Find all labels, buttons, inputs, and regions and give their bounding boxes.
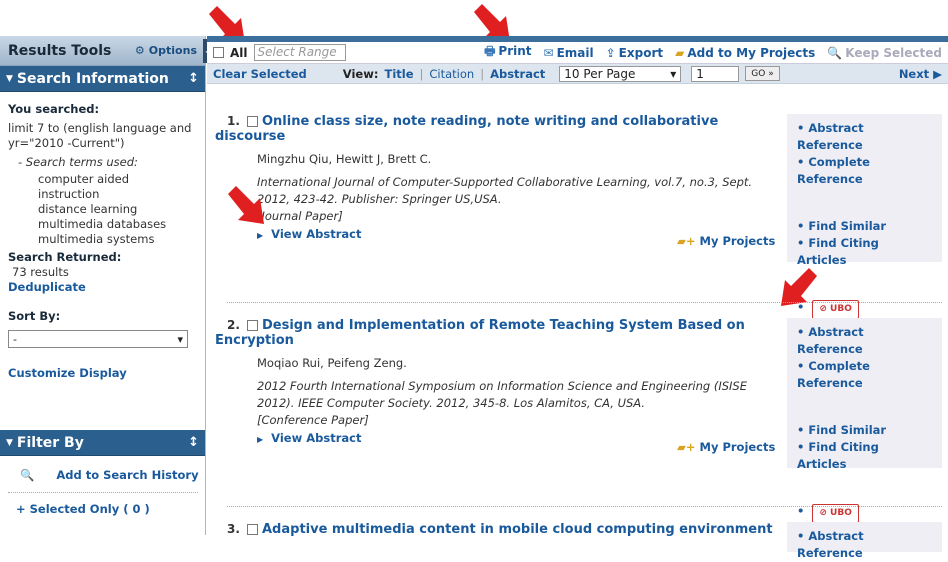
export-icon: ⇪: [605, 45, 616, 60]
my-projects-link[interactable]: ▰+ My Projects: [677, 234, 775, 248]
folder-plus-icon: ▰: [675, 45, 685, 60]
sort-by-select[interactable]: - ▾: [8, 330, 188, 348]
results-tools-header: Results Tools ⚙Options ◀: [0, 36, 214, 66]
view-abstract-link[interactable]: Abstract: [490, 67, 545, 81]
filter-by-header[interactable]: ▼ Filter By ↕: [0, 430, 205, 456]
results-tools-sidebar: Results Tools ⚙Options ◀ ▼ Search Inform…: [0, 36, 214, 535]
annotation-arrow: [781, 268, 817, 306]
find-similar-link[interactable]: • Find Similar: [797, 422, 932, 439]
print-button[interactable]: 🖶 Print: [484, 42, 531, 63]
result-divider: [227, 302, 942, 303]
email-button[interactable]: ✉ Email: [544, 46, 594, 60]
results-count: 73 results: [12, 265, 69, 279]
select-all-checkbox[interactable]: [213, 47, 224, 58]
result-source: International Journal of Computer-Suppor…: [257, 175, 753, 206]
search-term: instruction: [38, 187, 100, 201]
search-information-header[interactable]: ▼ Search Information ↕: [0, 66, 205, 92]
search-term: computer aided: [38, 172, 130, 186]
folder-plus-icon: ▰+: [677, 234, 696, 248]
gear-icon: ⚙: [134, 44, 145, 57]
magnifier-icon: 🔍: [827, 45, 843, 60]
options-button[interactable]: ⚙ Options: [135, 44, 197, 57]
result-links-panel: • Abstract Reference: [787, 522, 942, 560]
search-term: multimedia databases: [38, 217, 167, 231]
next-page-link[interactable]: Next ▶: [899, 67, 942, 81]
select-range-input[interactable]: Select Range: [253, 44, 346, 61]
envelope-icon: ✉: [543, 45, 554, 60]
filter-divider: [8, 492, 198, 493]
per-page-select[interactable]: 10 Per Page ▾: [559, 65, 682, 82]
sort-by-label: Sort By:: [8, 309, 61, 323]
chevron-down-icon: ▾: [670, 66, 677, 81]
folder-plus-icon: ▰+: [677, 440, 696, 454]
keep-selected-button[interactable]: 🔍 Keep Selected: [827, 46, 942, 60]
complete-reference-link[interactable]: • Complete Reference: [797, 154, 932, 188]
abstract-reference-link[interactable]: • Abstract Reference: [797, 528, 932, 562]
result-number: 3.: [227, 522, 240, 536]
export-button[interactable]: ⇪ Export: [606, 46, 664, 60]
you-searched-label: You searched:: [8, 102, 100, 116]
selected-only-link[interactable]: + Selected Only ( 0 ): [16, 502, 150, 516]
go-button[interactable]: GO »: [745, 66, 780, 81]
results-tools-title: Results Tools: [8, 42, 112, 59]
abstract-reference-link[interactable]: • Abstract Reference: [797, 324, 932, 358]
result-checkbox[interactable]: [247, 320, 258, 331]
result-links-panel: • Abstract Reference • Complete Referenc…: [787, 114, 942, 319]
resize-icon[interactable]: ↕: [188, 71, 199, 86]
triangle-right-icon: ▶: [257, 435, 264, 444]
result-title[interactable]: Design and Implementation of Remote Teac…: [215, 318, 745, 348]
view-title-link[interactable]: Title: [384, 67, 413, 81]
find-citing-articles-link[interactable]: • Find Citing Articles: [797, 235, 932, 269]
view-citation-link[interactable]: Citation: [429, 67, 474, 81]
chevron-down-icon: ▾: [177, 332, 183, 346]
search-information-body: You searched: limit 7 to (english langua…: [0, 92, 205, 389]
add-to-my-projects-button[interactable]: ▰ Add to My Projects: [675, 46, 815, 60]
result-number: 1.: [227, 114, 240, 128]
resize-icon[interactable]: ↕: [188, 435, 199, 450]
result-source: 2012 Fourth International Symposium on I…: [257, 379, 747, 410]
triangle-right-icon: ▶: [257, 231, 264, 240]
result-checkbox[interactable]: [247, 524, 258, 535]
customize-display-link[interactable]: Customize Display: [8, 366, 197, 381]
complete-reference-link[interactable]: • Complete Reference: [797, 358, 932, 392]
result-number: 2.: [227, 318, 240, 332]
search-query: limit 7 to (english language and yr="201…: [8, 121, 192, 150]
result-links-panel: • Abstract Reference • Complete Referenc…: [787, 318, 942, 523]
result-type: [Conference Paper]: [257, 413, 369, 427]
result-authors: Moqiao Rui, Peifeng Zeng.: [257, 356, 407, 370]
results-toolbar: All Select Range 🖶 Print ✉ Email ⇪ Export ▰…: [207, 42, 948, 64]
view-bar: Clear Selected View: Title | Citation | …: [207, 64, 948, 84]
abstract-reference-link[interactable]: • Abstract Reference: [797, 120, 932, 154]
result-type: [Journal Paper]: [257, 209, 343, 223]
deduplicate-link[interactable]: Deduplicate: [8, 280, 197, 295]
find-similar-link[interactable]: • Find Similar: [797, 218, 932, 235]
results-main: All Select Range 🖶 Print ✉ Email ⇪ Export ▰…: [207, 36, 948, 560]
result-divider: [227, 506, 942, 507]
my-projects-link[interactable]: ▰+ My Projects: [677, 440, 775, 454]
magnifier-plus-icon: 🔍: [20, 468, 35, 482]
search-term: multimedia systems: [38, 232, 155, 246]
result-authors: Mingzhu Qiu, Hewitt J, Brett C.: [257, 152, 432, 166]
page-number-input[interactable]: 1: [691, 65, 740, 82]
annotation-arrow: [228, 186, 264, 224]
clear-selected-link[interactable]: Clear Selected: [213, 67, 307, 81]
view-label: View:: [342, 66, 379, 81]
expand-triangle-icon: ▼: [6, 437, 13, 448]
search-terms-label: - Search terms used:: [18, 155, 138, 169]
printer-icon: 🖶: [484, 44, 496, 58]
find-citing-articles-link[interactable]: • Find Citing Articles: [797, 439, 932, 473]
add-search-history[interactable]: 🔍 Add to Search History: [20, 468, 199, 482]
search-term: distance learning: [38, 202, 138, 216]
result-checkbox[interactable]: [247, 116, 258, 127]
result-title[interactable]: Online class size, note reading, note wr…: [215, 114, 718, 144]
search-returned-label: Search Returned:: [8, 250, 122, 264]
all-label: All: [230, 45, 248, 60]
expand-triangle-icon: ▼: [6, 73, 13, 84]
